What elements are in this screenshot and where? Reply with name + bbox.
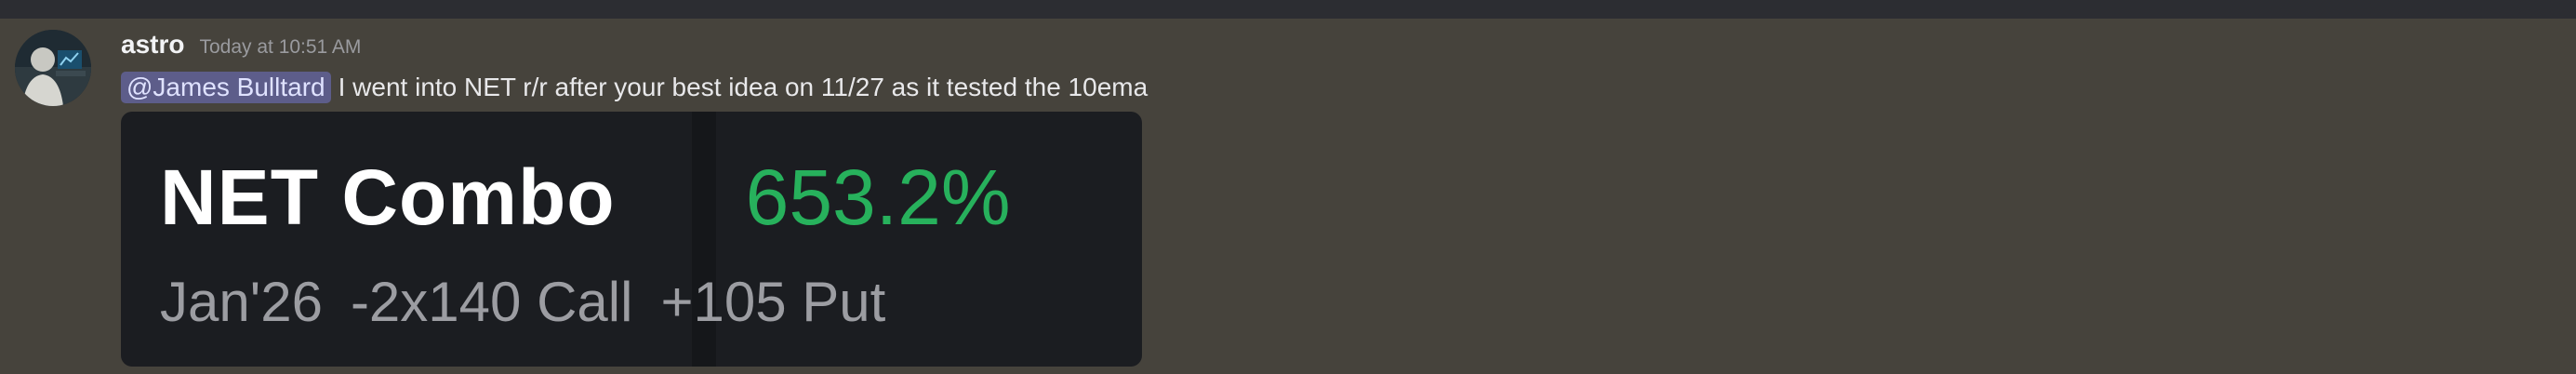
top-bar bbox=[0, 0, 2576, 19]
avatar-image bbox=[15, 30, 91, 106]
position-leg-call: -2x140 Call bbox=[350, 271, 633, 333]
user-avatar[interactable] bbox=[15, 30, 91, 106]
username[interactable]: astro bbox=[121, 30, 184, 60]
image-attachment[interactable]: NET Combo 653.2% Jan'26 -2x140 Call +105… bbox=[121, 112, 1142, 367]
position-details: Jan'26 -2x140 Call +105 Put bbox=[160, 270, 885, 334]
position-return: 653.2% bbox=[745, 154, 1011, 241]
timestamp[interactable]: Today at 10:51 AM bbox=[199, 36, 361, 59]
position-expiry: Jan'26 bbox=[160, 271, 323, 333]
user-mention[interactable]: @James Bulltard bbox=[121, 72, 331, 103]
message-content: @James Bulltard I went into NET r/r afte… bbox=[121, 67, 1148, 108]
message-text: I went into NET r/r after your best idea… bbox=[338, 73, 1149, 101]
position-header: NET Combo 653.2% bbox=[160, 153, 1011, 243]
position-leg-put: +105 Put bbox=[660, 271, 886, 333]
message-header: astro Today at 10:51 AM bbox=[121, 30, 361, 63]
chat-message: astro Today at 10:51 AM @James Bulltard … bbox=[0, 19, 2576, 374]
position-title: NET Combo bbox=[160, 154, 616, 241]
